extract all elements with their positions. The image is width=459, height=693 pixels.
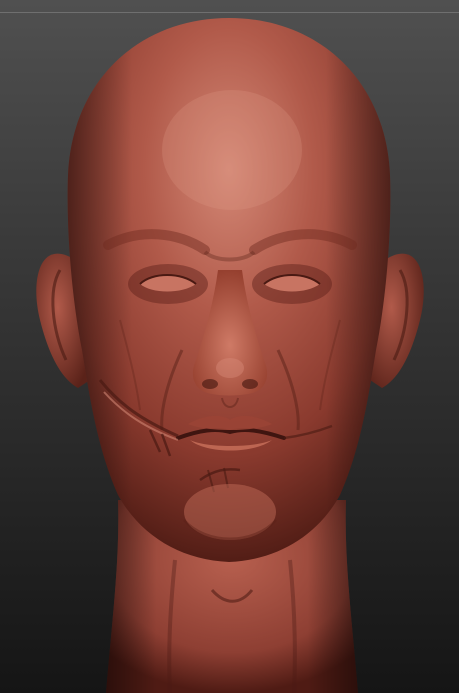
forehead-highlight — [162, 90, 302, 210]
right-eye — [252, 264, 332, 304]
sculpted-head-model[interactable] — [0, 0, 459, 693]
left-eye — [128, 264, 208, 304]
sculpt-viewport[interactable] — [0, 0, 459, 693]
chin — [183, 484, 277, 540]
